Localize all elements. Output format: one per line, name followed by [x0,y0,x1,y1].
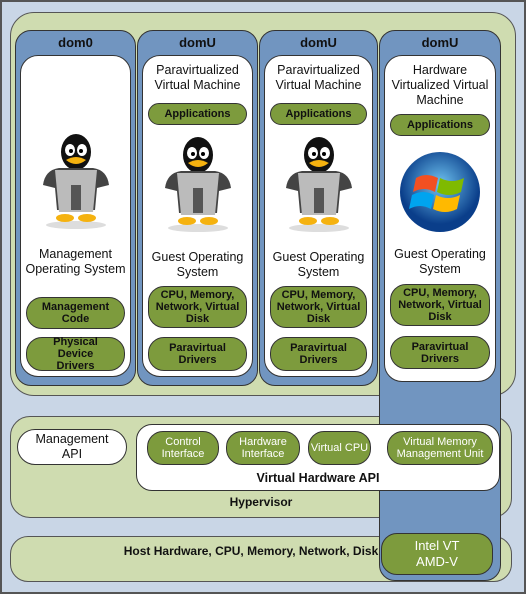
os-pill-2: Paravirtual Drivers [270,337,367,371]
management-api: Management API [17,429,127,465]
domain-header: domU [300,35,337,50]
host-hardware-label: Host Hardware, CPU, Memory, Network, Dis… [123,544,379,558]
vm-title: Paravirtualized Virtual Machine [275,63,362,92]
control-interface: Control Interface [147,431,219,465]
intel-vt-amd-v: Intel VT AMD-V [381,533,493,575]
tux-penguin-icon [142,133,253,233]
applications: Applications [390,114,490,136]
os-label: Guest Operating System [151,250,244,279]
vm-title: Hardware Virtualized Virtual Machine [391,63,489,107]
domain-header: dom0 [58,35,93,50]
virtual-hardware-api-label: Virtual Hardware API [256,471,380,485]
vm-title: Paravirtualized Virtual Machine [154,63,241,92]
management-api-label: Management API [35,432,109,461]
os-pill-2: Paravirtual Drivers [148,337,247,371]
os-pill-1: CPU, Memory, Network, Virtual Disk [390,284,490,326]
os-label: Guest Operating System [272,250,365,279]
os-pill-2: Physical Device Drivers [26,336,125,372]
applications: Applications [270,103,367,125]
tux-penguin-icon [20,130,131,230]
domain-header: domU [179,35,216,50]
applications: Applications [148,103,247,125]
domain-header: domU [421,35,459,50]
os-pill-1: Management Code [26,297,125,329]
os-pill-2: Paravirtual Drivers [390,336,490,369]
os-pill-1: CPU, Memory, Network, Virtual Disk [148,286,247,328]
virtual-mmu: Virtual Memory Management Unit [387,431,493,465]
os-label: Guest Operating System [394,247,486,276]
os-pill-1: CPU, Memory, Network, Virtual Disk [270,286,367,328]
virtual-cpu: Virtual CPU [308,431,371,465]
os-label: Management Operating System [25,247,126,276]
tux-penguin-icon [264,133,373,233]
windows-logo-icon [384,150,496,234]
hardware-interface: Hardware Interface [226,431,300,465]
